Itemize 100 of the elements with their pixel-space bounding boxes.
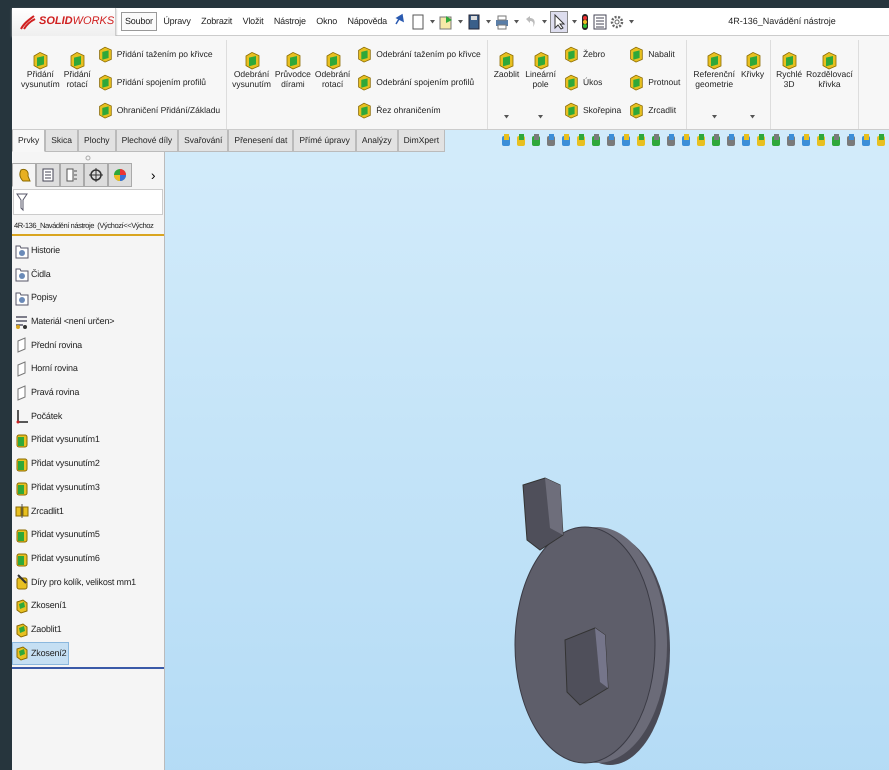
tree-item[interactable]: Zkosení1 xyxy=(12,594,70,618)
ribbon-button[interactable]: Protnout xyxy=(625,68,682,96)
ribbon-button[interactable]: Žebro xyxy=(560,40,624,68)
ribbon-button[interactable]: Nabalit xyxy=(625,40,682,68)
ribbon-button[interactable]: Skořepina xyxy=(560,96,624,124)
ribbon-button[interactable]: Zaoblit xyxy=(492,40,520,80)
tree-item[interactable]: Přidat vysunutím6 xyxy=(12,546,103,571)
menu-item[interactable]: Nástroje xyxy=(270,12,310,32)
panel-tab[interactable] xyxy=(12,163,36,187)
view-tool-icon[interactable] xyxy=(605,133,617,148)
view-tool-icon[interactable] xyxy=(710,133,722,148)
ribbon-button[interactable]: Zrcadlit xyxy=(625,96,682,124)
tree-item[interactable]: Zrcadlit1 xyxy=(12,499,67,524)
view-tool-icon[interactable] xyxy=(875,133,887,148)
save-icon[interactable] xyxy=(466,14,482,30)
ribbon-tab[interactable]: Prvky xyxy=(12,130,46,152)
menu-item[interactable]: Okno xyxy=(312,12,342,32)
view-tool-icon[interactable] xyxy=(650,133,662,148)
settings-icon[interactable] xyxy=(609,14,626,30)
grip-icon[interactable] xyxy=(85,154,91,160)
tree-item[interactable]: Díry pro kolík, velikost mm1 xyxy=(12,570,139,594)
tree-item[interactable]: Historie xyxy=(12,238,63,263)
ribbon-button[interactable]: Lineární pole xyxy=(524,40,557,90)
panel-tab[interactable] xyxy=(36,163,60,187)
view-tool-icon[interactable] xyxy=(830,133,842,148)
tree-item[interactable]: Zaoblit1 xyxy=(12,618,64,642)
ribbon-button[interactable]: Úkos xyxy=(560,68,624,96)
view-tool-icon[interactable] xyxy=(620,133,632,148)
ribbon-button[interactable]: Rozdělovací křivka xyxy=(805,40,854,129)
pin-icon[interactable] xyxy=(393,12,406,26)
view-tool-icon[interactable] xyxy=(590,133,602,148)
ribbon-tab[interactable]: Analýzy xyxy=(356,130,398,152)
select-button[interactable] xyxy=(550,10,568,32)
view-tool-icon[interactable] xyxy=(500,133,512,148)
more-tabs-button[interactable]: › xyxy=(144,164,162,187)
caret-icon[interactable] xyxy=(628,18,635,25)
tree-item[interactable]: Počátek xyxy=(12,404,66,428)
new-document-icon[interactable] xyxy=(410,14,426,30)
ribbon-tab[interactable]: Skica xyxy=(45,130,78,152)
tree-item[interactable]: Přidat vysunutím5 xyxy=(12,523,103,547)
ribbon-tab[interactable]: DimXpert xyxy=(398,130,446,152)
view-tool-icon[interactable] xyxy=(815,133,827,148)
panel-tab[interactable] xyxy=(60,163,84,187)
ribbon-button[interactable]: Přidání vysunutím xyxy=(20,40,61,129)
ribbon-button[interactable]: Odebrání rotací xyxy=(314,40,352,129)
menu-item[interactable]: Vložit xyxy=(238,12,268,32)
tree-item[interactable]: Horní rovina xyxy=(12,357,81,382)
caret-icon[interactable] xyxy=(428,18,436,25)
ribbon-button[interactable]: Přidání rotací xyxy=(62,40,92,129)
ribbon-button[interactable]: Referenční geometrie xyxy=(692,40,736,90)
view-tool-icon[interactable] xyxy=(740,133,752,148)
menu-item[interactable]: Nápověda xyxy=(344,12,391,32)
view-tool-icon[interactable] xyxy=(755,133,767,148)
tree-item[interactable]: Přidat vysunutím3 xyxy=(12,476,103,500)
ribbon-button[interactable]: Křivky xyxy=(740,40,766,80)
open-icon[interactable] xyxy=(438,14,454,30)
filter-field[interactable] xyxy=(13,189,163,215)
tree-item[interactable]: Materiál <není určen> xyxy=(12,310,118,334)
ribbon-button[interactable]: Přidání tažením po křivce xyxy=(94,40,222,68)
ribbon-tab[interactable]: Svařování xyxy=(178,130,228,152)
view-tool-icon[interactable] xyxy=(530,133,542,148)
caret-icon[interactable] xyxy=(537,112,544,120)
ribbon-tab[interactable]: Přenesení dat xyxy=(228,130,294,152)
view-tool-icon[interactable] xyxy=(695,133,707,148)
view-tool-icon[interactable] xyxy=(680,133,692,148)
view-tool-icon[interactable] xyxy=(545,133,557,148)
tree-item[interactable]: Přidat vysunutím2 xyxy=(12,452,103,476)
tree-item[interactable]: Přidat vysunutím1 xyxy=(12,428,103,452)
ribbon-button[interactable]: Odebrání vysunutím xyxy=(231,40,272,129)
ribbon-button[interactable]: Řez ohraničením xyxy=(353,96,483,124)
caret-icon[interactable] xyxy=(540,18,548,25)
ribbon-tab[interactable]: Plochy xyxy=(78,130,116,152)
ribbon-button[interactable]: Průvodce dírami xyxy=(274,40,312,129)
view-tool-icon[interactable] xyxy=(785,133,797,148)
view-tool-icon[interactable] xyxy=(575,133,587,148)
caret-icon[interactable] xyxy=(749,112,756,120)
traffic-light-icon[interactable] xyxy=(580,12,590,30)
print-icon[interactable] xyxy=(494,14,510,30)
ribbon-button[interactable]: Rychlé 3D xyxy=(775,40,804,129)
tree-item[interactable]: Přední rovina xyxy=(12,334,85,358)
ribbon-tab[interactable]: Přímé úpravy xyxy=(293,130,356,152)
tree-item[interactable]: Popisy xyxy=(12,286,60,310)
list-icon[interactable] xyxy=(592,14,607,30)
view-tool-icon[interactable] xyxy=(800,133,812,148)
panel-tab[interactable] xyxy=(84,163,108,187)
ribbon-button[interactable]: Přidání spojením profilů xyxy=(94,68,222,96)
caret-icon[interactable] xyxy=(484,18,492,25)
view-tool-icon[interactable] xyxy=(665,133,677,148)
view-tool-icon[interactable] xyxy=(725,133,737,148)
ribbon-button[interactable]: Odebrání spojením profilů xyxy=(353,68,483,96)
view-tool-icon[interactable] xyxy=(770,133,782,148)
caret-icon[interactable] xyxy=(710,112,718,120)
view-tool-icon[interactable] xyxy=(860,133,872,148)
view-tool-icon[interactable] xyxy=(515,133,527,148)
tree-item[interactable]: Pravá rovina xyxy=(12,381,82,405)
ribbon-tab[interactable]: Plechové díly xyxy=(116,130,178,152)
view-tool-icon[interactable] xyxy=(560,133,572,148)
caret-icon[interactable] xyxy=(570,18,578,25)
tree-item[interactable]: Čidla xyxy=(12,262,54,286)
caret-icon[interactable] xyxy=(502,112,510,120)
